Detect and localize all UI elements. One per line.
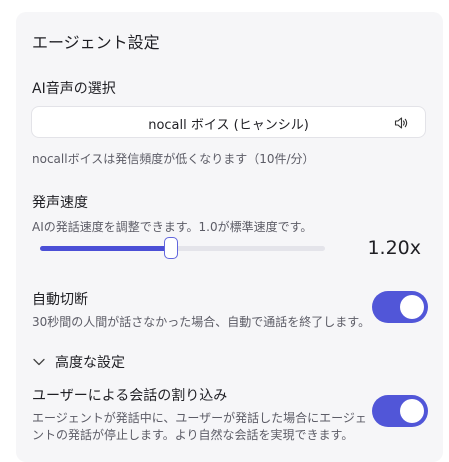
speaker-icon[interactable] xyxy=(393,115,409,131)
advanced-settings-toggle[interactable]: 高度な設定 xyxy=(32,352,125,372)
speed-description: AIの発話速度を調整できます。1.0が標準速度です。 xyxy=(32,220,313,234)
barge-in-toggle[interactable] xyxy=(372,395,428,427)
speed-value: 1.20x xyxy=(367,237,421,259)
speed-slider[interactable] xyxy=(40,237,325,259)
speed-section-label: 発声速度 xyxy=(32,195,88,211)
barge-in-description-line1: エージェントが発話中に、ユーザーが発話した場合にエージェ xyxy=(32,411,367,425)
agent-settings-panel: エージェント設定 AI音声の選択 nocall ボイス (ヒャンシル) noca… xyxy=(16,12,443,462)
auto-hangup-toggle[interactable] xyxy=(372,291,428,323)
speed-slider-fill xyxy=(40,246,172,251)
auto-hangup-toggle-knob xyxy=(400,295,424,319)
barge-in-label: ユーザーによる会話の割り込み xyxy=(32,388,228,404)
advanced-settings-label: 高度な設定 xyxy=(55,355,125,371)
voice-select[interactable]: nocall ボイス (ヒャンシル) xyxy=(31,106,426,138)
barge-in-description-line2: ントの発話が停止します。より自然な会話を実現できます。 xyxy=(32,428,354,442)
chevron-down-icon xyxy=(33,358,45,366)
voice-section-label: AI音声の選択 xyxy=(32,81,116,97)
auto-hangup-description: 30秒間の人間が話さなかった場合、自動で通話を終了します。 xyxy=(32,315,371,329)
panel-title: エージェント設定 xyxy=(32,33,160,52)
auto-hangup-label: 自動切断 xyxy=(32,292,88,308)
barge-in-toggle-knob xyxy=(400,399,424,423)
voice-note: nocallボイスは発信頻度が低くなります（10件/分） xyxy=(32,152,315,166)
voice-select-value: nocall ボイス (ヒャンシル) xyxy=(148,118,309,133)
speed-slider-thumb[interactable] xyxy=(164,237,179,259)
